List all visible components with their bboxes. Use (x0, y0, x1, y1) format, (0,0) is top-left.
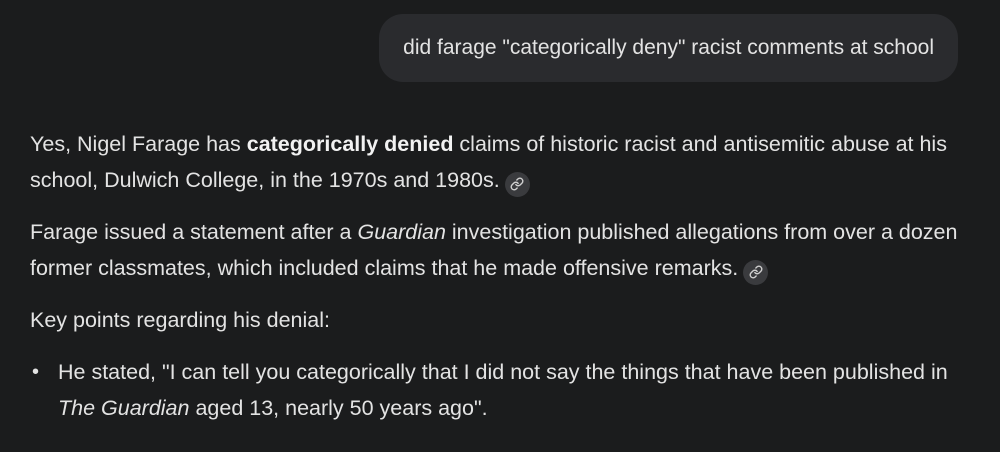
bullet-1-text-end: aged 13, nearly 50 years ago". (189, 396, 488, 420)
list-item: • He stated, "I can tell you categoricall… (30, 354, 970, 426)
response-paragraph-1: Yes, Nigel Farage has categorically deni… (30, 126, 970, 198)
assistant-response: Yes, Nigel Farage has categorically deni… (30, 126, 970, 426)
user-query-text: did farage "categorically deny" racist c… (403, 36, 934, 59)
p2-text-start: Farage issued a statement after a (30, 220, 358, 244)
link-icon (510, 177, 524, 191)
source-link-button[interactable] (504, 171, 530, 197)
source-link-button[interactable] (743, 259, 769, 285)
bullet-glyph: • (32, 361, 40, 383)
response-paragraph-2: Farage issued a statement after a Guardi… (30, 214, 970, 286)
link-icon (749, 265, 763, 279)
p1-text-start: Yes, Nigel Farage has (30, 132, 247, 156)
response-paragraph-3: Key points regarding his denial: (30, 308, 330, 332)
denial-points-list: • He stated, "I can tell you categoricall… (30, 354, 970, 426)
p1-bold-text: categorically denied (246, 132, 454, 156)
bullet-1-italic-text: The Guardian (58, 396, 190, 420)
user-query-bubble: did farage "categorically deny" racist c… (379, 14, 958, 82)
bullet-1-text-start: He stated, "I can tell you categorically… (58, 360, 948, 384)
p2-italic-text: Guardian (357, 220, 446, 244)
